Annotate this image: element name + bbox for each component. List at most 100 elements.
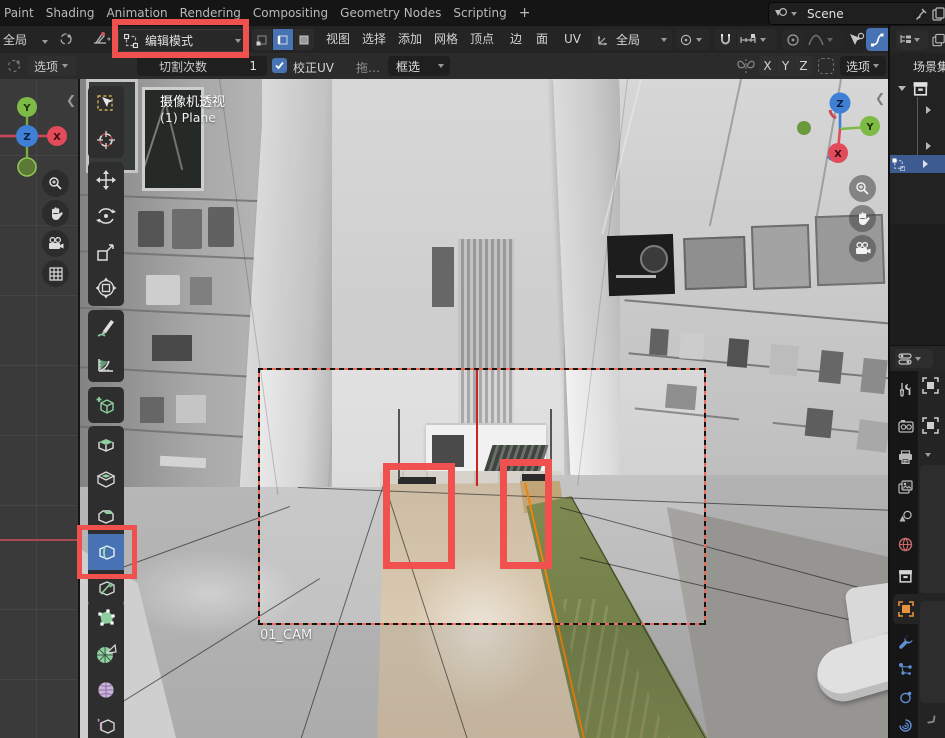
tab-particles[interactable]: [893, 656, 918, 682]
menu-add[interactable]: 添加: [394, 26, 426, 53]
tab-paint[interactable]: Paint: [0, 0, 40, 26]
outliner-row-item[interactable]: [890, 101, 945, 119]
expand-down-icon[interactable]: [898, 86, 906, 91]
scale-tool[interactable]: [88, 234, 124, 270]
panel-collapse-caret[interactable]: [925, 453, 931, 457]
snap-toggle[interactable]: [714, 29, 736, 50]
mirror-icon[interactable]: [737, 58, 755, 74]
annotate-icon: [95, 317, 117, 339]
select-mode-face[interactable]: [294, 29, 314, 50]
select-box-icon: [95, 93, 117, 115]
pivot-point-selector[interactable]: [676, 29, 710, 50]
tab-output[interactable]: [893, 444, 918, 470]
mirror-z-button[interactable]: Z: [795, 56, 812, 76]
cursor-tool[interactable]: [88, 122, 124, 158]
camera-view-button[interactable]: [42, 230, 69, 257]
panel-expand-chevron[interactable]: ❯: [925, 714, 939, 728]
outliner-row-active-object[interactable]: [890, 155, 945, 173]
outliner-row-scene-collection[interactable]: 场景集合: [890, 57, 945, 75]
poly-build-tool[interactable]: [88, 600, 124, 636]
new-scene-icon[interactable]: [932, 7, 945, 21]
tab-render[interactable]: [893, 414, 918, 440]
menu-view[interactable]: 视图: [322, 26, 354, 53]
zoom-button[interactable]: [849, 175, 876, 202]
properties-editor-type[interactable]: [895, 349, 933, 368]
left-options-dropdown[interactable]: 选项: [28, 56, 76, 76]
number-of-cuts-field[interactable]: 切割次数 1: [137, 56, 267, 76]
tab-scripting[interactable]: Scripting: [447, 0, 512, 26]
smooth-tool[interactable]: [88, 672, 124, 708]
drag-mode-dropdown[interactable]: 框选: [388, 56, 450, 76]
overlays-toggle[interactable]: [866, 28, 888, 51]
proportional-falloff-selector[interactable]: [805, 29, 843, 50]
annotate-tool[interactable]: [88, 310, 124, 346]
spin-tool[interactable]: [88, 636, 124, 672]
filter-stack-icon[interactable]: [932, 33, 945, 47]
ortho-toggle-button[interactable]: [42, 260, 69, 287]
menu-vertex[interactable]: 顶点: [466, 26, 498, 53]
extrude-region-tool[interactable]: [88, 426, 124, 462]
select-mode-edge[interactable]: [273, 29, 293, 50]
tab-tool[interactable]: [893, 376, 918, 402]
camera-view-button[interactable]: [849, 235, 876, 262]
tab-shading[interactable]: Shading: [40, 0, 101, 26]
outliner-row-item[interactable]: [890, 137, 945, 155]
menu-edge[interactable]: 边: [506, 26, 526, 53]
select-mode-vertex[interactable]: [252, 29, 272, 50]
proportional-edit-toggle[interactable]: [782, 29, 804, 50]
measure-tool[interactable]: [88, 346, 124, 382]
edge-slide-tool[interactable]: [88, 708, 124, 738]
mirror-y-button[interactable]: Y: [777, 56, 794, 76]
expand-right-icon[interactable]: [926, 142, 931, 150]
scene-dropdown-caret[interactable]: [791, 12, 797, 16]
snap-dashed-icon[interactable]: [818, 58, 834, 74]
scene-name-field[interactable]: Scene: [807, 7, 914, 21]
tab-world[interactable]: [893, 531, 918, 557]
frame-icon[interactable]: [922, 417, 939, 434]
inset-faces-tool[interactable]: [88, 462, 124, 498]
menu-mesh[interactable]: 网格: [430, 26, 462, 53]
rotate-tool[interactable]: [88, 198, 124, 234]
main-viewport[interactable]: 01_CAM 摄像机透视 (1) Plane Z Y X ❮: [80, 79, 893, 738]
mirror-x-button[interactable]: X: [759, 56, 776, 76]
collapse-chevron[interactable]: ❮: [875, 91, 885, 105]
add-cube-tool[interactable]: [88, 387, 124, 423]
tab-geometry-nodes[interactable]: Geometry Nodes: [334, 0, 447, 26]
select-box-tool[interactable]: [88, 86, 124, 122]
orientation-selector[interactable]: 全局: [592, 29, 672, 50]
correct-uv-checkbox[interactable]: [272, 58, 287, 73]
left-viewport-orientation[interactable]: 全局: [3, 31, 27, 48]
left-pivot-icon[interactable]: [58, 31, 74, 47]
tool-options-dropdown[interactable]: 选项: [840, 56, 886, 76]
left-orientation-caret[interactable]: [42, 40, 48, 44]
outliner-row-collection[interactable]: [890, 79, 945, 97]
add-workspace-button[interactable]: +: [513, 0, 537, 26]
camera-frame[interactable]: [258, 368, 706, 625]
transform-tool[interactable]: [88, 270, 124, 306]
move-tool[interactable]: [88, 162, 124, 198]
expand-right-icon[interactable]: [926, 106, 931, 114]
tab-collection[interactable]: [893, 563, 918, 589]
check-icon: [274, 60, 285, 71]
menu-uv[interactable]: UV: [560, 26, 585, 53]
left-proportional-icon[interactable]: [6, 58, 22, 74]
tab-physics[interactable]: [893, 684, 918, 710]
menu-select[interactable]: 选择: [358, 26, 390, 53]
collapse-chevron[interactable]: ❮: [66, 93, 76, 107]
frame-icon[interactable]: [922, 377, 939, 394]
tab-constraints[interactable]: [893, 712, 918, 738]
pan-button[interactable]: [849, 205, 876, 232]
zoom-button[interactable]: [42, 170, 69, 197]
outliner-display-mode[interactable]: [896, 30, 928, 50]
editor-type-icon[interactable]: [92, 31, 112, 47]
tab-object[interactable]: [893, 594, 918, 624]
expand-right-icon[interactable]: [923, 160, 928, 168]
pan-button[interactable]: [42, 200, 69, 227]
pin-icon[interactable]: [914, 7, 928, 21]
tab-view-layer[interactable]: [893, 474, 918, 500]
tab-scene[interactable]: [893, 503, 918, 529]
tab-modifiers[interactable]: [893, 628, 918, 654]
snap-target-selector[interactable]: [737, 29, 777, 50]
tab-compositing[interactable]: Compositing: [247, 0, 334, 26]
menu-face[interactable]: 面: [532, 26, 552, 53]
